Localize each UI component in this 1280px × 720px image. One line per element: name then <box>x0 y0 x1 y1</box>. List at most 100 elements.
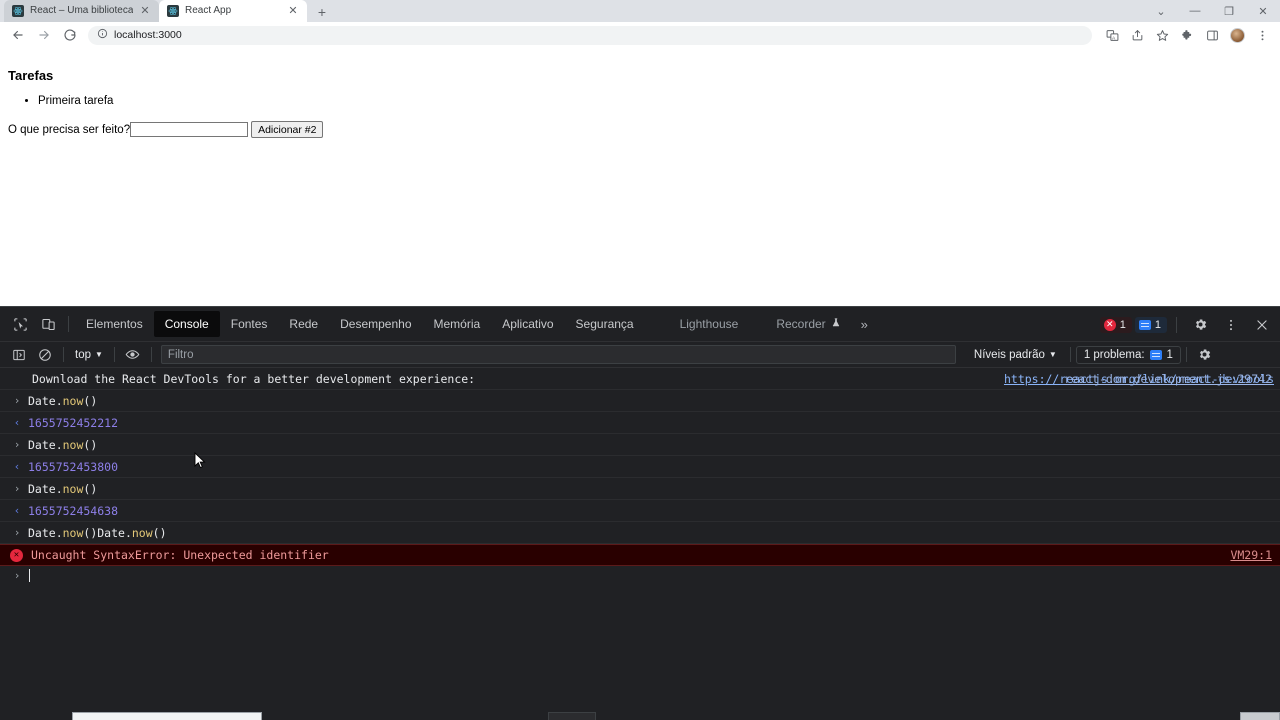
star-icon[interactable] <box>1150 23 1174 47</box>
console-source-link[interactable]: react-dom.development.js:29742 <box>1064 372 1272 386</box>
console-output-row: ‹ 1655752454638 <box>0 500 1280 522</box>
react-icon <box>167 5 179 17</box>
console-error-source-link[interactable]: VM29:1 <box>1230 548 1272 562</box>
info-circle-icon[interactable] <box>97 28 108 42</box>
console-filter-input[interactable] <box>160 345 956 364</box>
tab-aplicativo[interactable]: Aplicativo <box>491 311 564 337</box>
forward-button[interactable] <box>32 23 56 47</box>
inspect-cursor-icon[interactable] <box>6 311 34 337</box>
translate-icon[interactable]: A <box>1100 23 1124 47</box>
maximize-button[interactable]: ❐ <box>1212 0 1246 22</box>
tab-memoria[interactable]: Memória <box>423 311 492 337</box>
issues-label: 1 problema: <box>1083 348 1145 361</box>
message-icon <box>1149 349 1162 360</box>
close-devtools-icon[interactable] <box>1248 312 1276 338</box>
task-input[interactable] <box>130 122 249 137</box>
gear-icon[interactable] <box>1186 312 1214 338</box>
expression-object: Date. <box>28 437 63 452</box>
expression-args: ()Date. <box>83 525 132 540</box>
browser-window: React – Uma biblioteca JavaScrip ✕ React… <box>0 0 1280 720</box>
tab-title: React App <box>185 5 232 16</box>
tab-strip: React – Uma biblioteca JavaScrip ✕ React… <box>0 0 1280 22</box>
minimize-button[interactable]: — <box>1178 0 1212 22</box>
console-output-value: 1655752454638 <box>28 503 119 518</box>
three-dot-menu-icon[interactable] <box>1217 312 1245 338</box>
prompt-marker-icon: › <box>13 569 21 582</box>
console-message-react-devtools: Download the React DevTools for a better… <box>0 368 1280 390</box>
divider <box>1176 316 1177 333</box>
input-marker-icon: › <box>13 482 21 495</box>
output-marker-icon: ‹ <box>13 504 21 517</box>
tab-elementos[interactable]: Elementos <box>75 311 154 337</box>
tab-rede[interactable]: Rede <box>278 311 329 337</box>
tab-recorder-label: Recorder <box>776 317 826 331</box>
expression-property-2: now <box>131 525 153 540</box>
tab-close-icon[interactable]: ✕ <box>139 5 151 17</box>
browser-tab-react-docs[interactable]: React – Uma biblioteca JavaScrip ✕ <box>4 0 159 22</box>
message-count-badge[interactable]: 1 <box>1134 316 1167 333</box>
add-task-form: O que precisa ser feito? Adicionar #2 <box>8 121 1272 138</box>
avatar[interactable] <box>1225 23 1249 47</box>
reload-button[interactable] <box>58 23 82 47</box>
browser-tab-react-app[interactable]: React App ✕ <box>159 0 307 22</box>
console-input-row: › Date.now() <box>0 434 1280 456</box>
clear-console-icon[interactable] <box>32 344 58 366</box>
background-window-peek <box>548 712 596 720</box>
side-panel-icon[interactable] <box>1200 23 1224 47</box>
divider <box>68 316 69 332</box>
tab-desempenho[interactable]: Desempenho <box>329 311 422 337</box>
message-icon <box>1138 319 1151 330</box>
divider <box>1185 347 1187 362</box>
new-tab-button[interactable]: + <box>311 2 333 22</box>
error-count-badge[interactable]: ✕ 1 <box>1099 316 1132 333</box>
tab-title: React – Uma biblioteca JavaScrip <box>30 5 133 16</box>
expression-object: Date. <box>28 481 63 496</box>
close-window-button[interactable]: ✕ <box>1246 0 1280 22</box>
flask-icon <box>831 311 841 337</box>
tab-fontes[interactable]: Fontes <box>220 311 279 337</box>
live-expression-icon[interactable] <box>120 344 146 366</box>
divider <box>113 347 115 362</box>
divider <box>150 347 152 362</box>
three-dot-menu-icon[interactable] <box>1250 23 1274 47</box>
share-icon[interactable] <box>1125 23 1149 47</box>
console-sidebar-icon[interactable] <box>6 344 32 366</box>
console-prompt-row[interactable]: › <box>0 566 1280 585</box>
execution-context-selector[interactable]: top ▼ <box>69 345 109 365</box>
console-output-value: 1655752453800 <box>28 459 119 474</box>
back-button[interactable] <box>6 23 30 47</box>
tab-recorder[interactable]: Recorder <box>765 311 851 337</box>
tab-close-icon[interactable]: ✕ <box>287 5 299 17</box>
devtools-status-actions: ✕ 1 1 <box>1099 307 1276 342</box>
tab-search-icon[interactable]: ⌄ <box>1144 0 1178 22</box>
chevron-down-icon: ▼ <box>95 350 103 359</box>
output-marker-icon: ‹ <box>13 460 21 473</box>
expression-property: now <box>62 437 84 452</box>
add-task-button[interactable]: Adicionar #2 <box>251 121 324 138</box>
toolbar-actions: A <box>1100 23 1274 47</box>
console-input-expression: Date.now() <box>24 394 1280 408</box>
expression-property: now <box>62 393 84 408</box>
device-toolbar-icon[interactable] <box>34 311 62 337</box>
console-output-value: 1655752452212 <box>28 415 119 430</box>
devtools-panel: Elementos Console Fontes Rede Desempenho… <box>0 306 1280 720</box>
expression-property: now <box>62 481 84 496</box>
more-tabs-icon[interactable]: » <box>852 317 877 332</box>
list-item: Primeira tarefa <box>38 95 1272 107</box>
log-levels-selector[interactable]: Níveis padrão ▼ <box>966 345 1065 365</box>
puzzle-icon[interactable] <box>1175 23 1199 47</box>
tab-seguranca[interactable]: Segurança <box>565 311 645 337</box>
tab-console[interactable]: Console <box>153 311 220 337</box>
issues-count: 1 <box>1166 348 1173 361</box>
task-input-label: O que precisa ser feito? <box>8 123 131 136</box>
address-bar[interactable]: localhost:3000 <box>88 25 1092 45</box>
expression-property: now <box>62 525 84 540</box>
console-input-expression: Date.now() <box>24 438 1280 452</box>
divider <box>63 347 64 362</box>
tab-lighthouse[interactable]: Lighthouse <box>669 311 750 337</box>
console-log-area[interactable]: Download the React DevTools for a better… <box>0 368 1280 720</box>
issues-counter-button[interactable]: 1 problema: 1 <box>1075 345 1181 364</box>
console-filter-bar: top ▼ Níveis padrão ▼ 1 problema: 1 <box>0 342 1280 368</box>
expression-args: () <box>83 481 98 496</box>
console-settings-gear-icon[interactable] <box>1192 344 1218 366</box>
